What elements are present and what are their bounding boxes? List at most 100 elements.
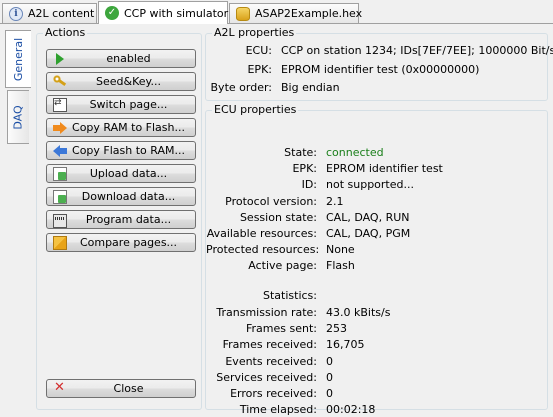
info-icon: i: [9, 6, 23, 21]
ecu-properties-group: ECU properties State: connected EPK: EPROM …: [205, 103, 548, 416]
close-button[interactable]: Close: [46, 379, 196, 398]
side-tab-daq[interactable]: DAQ: [7, 90, 29, 144]
ecu-property-row: Active page: Flash: [206, 259, 355, 273]
compare-icon: [53, 235, 67, 250]
a2l-properties-group: A2L properties ECU: CCP on station 1234;…: [205, 26, 553, 101]
database-icon: [236, 6, 250, 21]
button-label: Copy RAM to Flash...: [72, 121, 185, 134]
prop-key: ECU:: [245, 44, 272, 57]
ecu-properties-title: ECU properties: [212, 103, 299, 116]
download-data-button[interactable]: Download data...: [46, 187, 196, 206]
button-label: enabled: [106, 52, 151, 65]
prop-key: Transmission rate:: [216, 306, 317, 319]
ecu-property-row: State: connected: [206, 146, 384, 160]
prop-key: EPK:: [247, 63, 272, 76]
prop-value: Flash: [326, 259, 355, 273]
prop-key: Available resources:: [206, 227, 317, 240]
prop-key: Frames sent:: [246, 322, 317, 336]
button-label: Seed&Key...: [96, 75, 161, 88]
ecu-property-row: Frames sent: 253: [206, 322, 347, 336]
tab-ccp-with-simulator[interactable]: ✓ CCP with simulator: [98, 1, 228, 24]
prop-value: 0: [326, 354, 333, 368]
prop-key: Byte order:: [210, 81, 272, 94]
prop-key: State:: [284, 146, 317, 159]
prop-key: ID:: [301, 178, 317, 192]
switch-page-icon: [53, 97, 67, 112]
prop-value: CCP on station 1234; IDs[7EF/7EE]; 10000…: [281, 44, 553, 57]
prop-value: EPROM identifier test: [326, 162, 443, 176]
check-icon: ✓: [105, 6, 119, 20]
play-icon: [53, 52, 67, 66]
button-label: Upload data...: [89, 167, 168, 180]
actions-title: Actions: [43, 26, 88, 39]
copy-flash-to-ram-button[interactable]: Copy Flash to RAM...: [46, 141, 196, 160]
close-icon: [53, 380, 67, 396]
button-label: Program data...: [85, 213, 172, 226]
button-label: Copy Flash to RAM...: [72, 144, 185, 157]
upload-data-button[interactable]: Upload data...: [46, 164, 196, 183]
prop-key: EPK:: [292, 162, 317, 176]
key-icon: [53, 74, 67, 89]
program-data-button[interactable]: Program data...: [46, 210, 196, 229]
copy-ram-to-flash-button[interactable]: Copy RAM to Flash...: [46, 118, 196, 137]
prop-value: 0: [326, 370, 333, 384]
a2l-row-ecu: ECU: CCP on station 1234; IDs[7EF/7EE]; …: [206, 44, 553, 58]
prop-value: 00:02:18: [326, 403, 376, 417]
a2l-properties-title: A2L properties: [212, 26, 297, 39]
prop-value: 43.0 kBits/s: [326, 306, 391, 319]
prop-key: Events received:: [225, 354, 317, 368]
ecu-property-row: Time elapsed: 00:02:18: [206, 403, 376, 417]
prop-value: 16,705: [326, 338, 365, 352]
prop-value: Big endian: [281, 81, 340, 94]
button-label: Switch page...: [89, 98, 168, 111]
ecu-property-row: ID: not supported...: [206, 178, 414, 192]
tab-label: A2L content: [28, 7, 95, 20]
prop-value: CAL, DAQ, PGM: [326, 227, 411, 240]
compare-pages-button[interactable]: Compare pages...: [46, 233, 196, 252]
arrow-left-icon: [53, 144, 67, 158]
ecu-property-row: Protocol version: 2.1: [206, 194, 344, 209]
prop-key: Frames received:: [222, 338, 317, 352]
prop-value: connected: [326, 146, 384, 159]
document-tab-bar: i A2L content ✓ CCP with simulator ASAP2…: [0, 0, 553, 24]
prop-key: Errors received:: [230, 387, 317, 400]
prop-value: 0: [326, 387, 333, 400]
prop-key: Session state:: [239, 210, 317, 224]
switch-page-button[interactable]: Switch page...: [46, 95, 196, 114]
button-label: Download data...: [81, 190, 176, 203]
prop-key: Time elapsed:: [239, 403, 317, 417]
seed-key-button[interactable]: Seed&Key...: [46, 72, 196, 91]
ecu-property-row: Available resources: CAL, DAQ, PGM: [206, 227, 411, 241]
prop-key: Protected resources:: [206, 243, 320, 257]
prop-value: 253: [326, 322, 347, 336]
prop-key: Active page:: [248, 259, 317, 273]
prop-value: 2.1: [326, 194, 344, 208]
ecu-property-row: Services received: 0: [206, 371, 333, 385]
prop-value: not supported...: [326, 178, 414, 192]
ecu-property-row: Errors received: 0: [206, 387, 333, 401]
ecu-property-row: Protected resources: None: [206, 243, 355, 257]
ecu-property-row: Events received: 0: [206, 355, 333, 369]
statistics-heading: Statistics:: [263, 289, 317, 302]
statistics-label: Statistics:: [206, 289, 317, 303]
ecu-property-row: Transmission rate: 43.0 kBits/s: [206, 306, 390, 320]
side-tab-label: DAQ: [12, 104, 25, 130]
ecu-property-row: Frames received: 16,705: [206, 338, 365, 352]
tab-asap2example-hex[interactable]: ASAP2Example.hex: [229, 3, 362, 23]
enabled-button[interactable]: enabled: [46, 49, 196, 68]
main-panel: General DAQ Actions enabled Seed&Key... …: [0, 23, 553, 417]
a2l-row-byte-order: Byte order: Big endian: [206, 81, 340, 95]
ecu-property-row: EPK: EPROM identifier test: [206, 162, 443, 176]
side-tab-general[interactable]: General: [5, 30, 31, 88]
prop-key: Protocol version:: [225, 194, 317, 208]
download-icon: [53, 189, 67, 204]
actions-group: Actions enabled Seed&Key... Switch page.…: [36, 26, 202, 410]
prop-value: CAL, DAQ, RUN: [326, 210, 410, 224]
prop-value: EPROM identifier test (0x00000000): [281, 63, 480, 76]
arrow-right-icon: [53, 121, 67, 135]
tab-label: CCP with simulator: [124, 6, 229, 20]
button-label: Close: [113, 382, 144, 395]
tab-a2l-content[interactable]: i A2L content: [2, 3, 97, 23]
side-tab-label: General: [12, 37, 26, 81]
upload-icon: [53, 166, 67, 181]
